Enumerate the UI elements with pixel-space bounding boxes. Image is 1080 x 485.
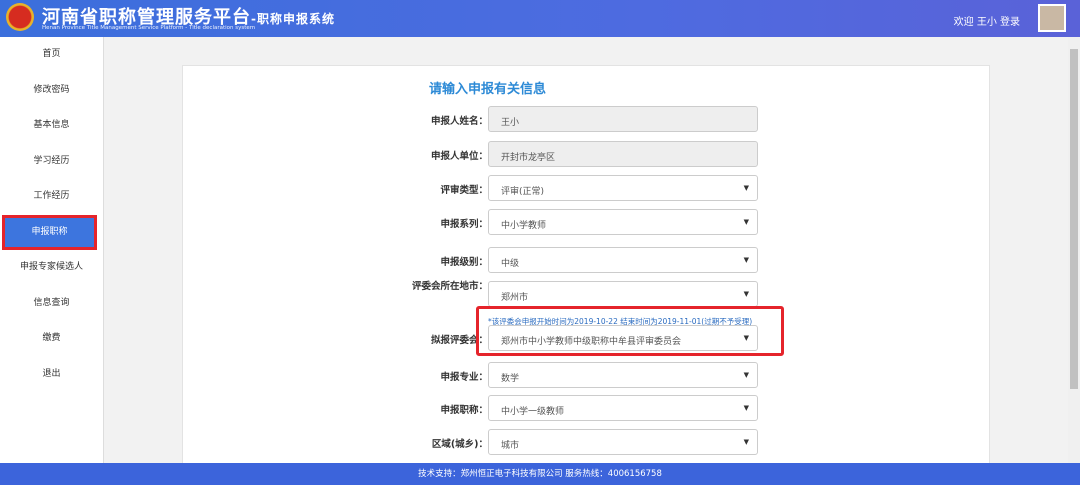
review-type-select[interactable]: 评审(正常) ▼: [488, 175, 758, 201]
title-value: 中小学一级教师: [501, 407, 565, 417]
title-select[interactable]: 中小学一级教师 ▼: [488, 395, 758, 421]
committee-city-select[interactable]: 郑州市 ▼: [488, 281, 758, 307]
applicant-name-value: 王小: [501, 118, 520, 128]
applicant-unit-label: 申报人单位：: [430, 151, 488, 162]
dropdown-arrow-icon: ▼: [743, 256, 749, 264]
scrollbar[interactable]: [1068, 37, 1080, 463]
sidebar-item-basic-info[interactable]: 基本信息: [0, 108, 103, 144]
dropdown-arrow-icon: ▼: [743, 290, 749, 298]
dropdown-arrow-icon: ▼: [743, 438, 749, 446]
application-level-select[interactable]: 中级 ▼: [488, 247, 758, 273]
dropdown-arrow-icon: ▼: [743, 218, 749, 226]
application-series-select[interactable]: 中小学教师 ▼: [488, 209, 758, 235]
avatar[interactable]: [1038, 4, 1066, 32]
sidebar-item-change-password[interactable]: 修改密码: [0, 73, 103, 109]
sidebar-item-education[interactable]: 学习经历: [0, 144, 103, 180]
major-select[interactable]: 数学 ▼: [488, 362, 758, 388]
sidebar-item-apply-title[interactable]: 申报职称: [2, 214, 97, 250]
applicant-unit-value: 开封市龙亭区: [501, 153, 556, 163]
dropdown-arrow-icon: ▼: [743, 184, 749, 192]
application-level-value: 中级: [501, 259, 520, 269]
footer: 技术支持：郑州恒正电子科技有限公司 服务热线：4006156758: [0, 463, 1080, 485]
review-type-value: 评审(正常): [501, 187, 545, 197]
application-level-row: 申报级别： 中级 ▼: [413, 247, 763, 273]
committee-city-label: 评委会所在地市：: [411, 281, 488, 292]
scrollbar-thumb[interactable]: [1070, 49, 1078, 389]
sidebar-item-home[interactable]: 首页: [0, 37, 103, 73]
application-level-label: 申报级别：: [440, 257, 488, 268]
committee-deadline-note: *该评委会申报开始时间为2019-10-22 结束时间为2019-11-01(过…: [488, 317, 753, 326]
emblem-logo: [6, 3, 34, 31]
region-row: 区域(城乡)： 城市 ▼: [413, 429, 763, 455]
review-type-label: 评审类型：: [440, 185, 488, 196]
sidebar-item-work-history[interactable]: 工作经历: [0, 179, 103, 215]
sidebar-item-expert-candidate[interactable]: 申报专家候选人: [0, 250, 103, 286]
title-row: 申报职称： 中小学一级教师 ▼: [413, 395, 763, 421]
title-suffix: -职称申报系统: [251, 12, 335, 26]
dropdown-arrow-icon: ▼: [743, 404, 749, 412]
review-type-row: 评审类型： 评审(正常) ▼: [413, 175, 763, 201]
form-card: 请输入申报有关信息 申报人姓名： 王小 申报人单位： 开封市龙亭区 评审类型： 评审…: [182, 65, 990, 465]
sidebar-item-logout[interactable]: 退出: [0, 357, 103, 393]
applicant-unit-field: 开封市龙亭区: [488, 141, 758, 167]
app-subtitle: Henan Province Title Management Service …: [42, 25, 256, 31]
application-series-label: 申报系列：: [440, 219, 488, 230]
header: 河南省职称管理服务平台-职称申报系统 Henan Province Title …: [0, 0, 1080, 37]
highlight-box: [476, 306, 784, 356]
committee-city-value: 郑州市: [501, 293, 529, 303]
region-label: 区域(城乡)：: [431, 439, 488, 450]
form-title: 请输入申报有关信息: [429, 82, 547, 97]
major-value: 数学: [501, 374, 520, 384]
major-row: 申报专业： 数学 ▼: [413, 362, 763, 388]
region-select[interactable]: 城市 ▼: [488, 429, 758, 455]
sidebar: 首页 修改密码 基本信息 学习经历 工作经历 申报职称 申报专家候选人 信息查询…: [0, 37, 104, 463]
applicant-name-label: 申报人姓名：: [430, 116, 488, 127]
application-series-row: 申报系列： 中小学教师 ▼: [413, 209, 763, 235]
sidebar-item-payment[interactable]: 缴费: [0, 321, 103, 357]
applicant-unit-row: 申报人单位： 开封市龙亭区: [413, 141, 763, 167]
committee-city-row: 评委会所在地市： 郑州市 ▼: [412, 281, 763, 307]
major-label: 申报专业：: [440, 372, 488, 383]
applicant-name-row: 申报人姓名： 王小: [413, 106, 763, 132]
application-series-value: 中小学教师: [501, 221, 547, 231]
title-label: 申报职称：: [440, 405, 488, 416]
region-value: 城市: [501, 441, 520, 451]
sidebar-item-query[interactable]: 信息查询: [0, 286, 103, 322]
dropdown-arrow-icon: ▼: [743, 371, 749, 379]
applicant-name-field: 王小: [488, 106, 758, 132]
welcome-user: 欢迎 王小 登录: [953, 17, 1020, 28]
